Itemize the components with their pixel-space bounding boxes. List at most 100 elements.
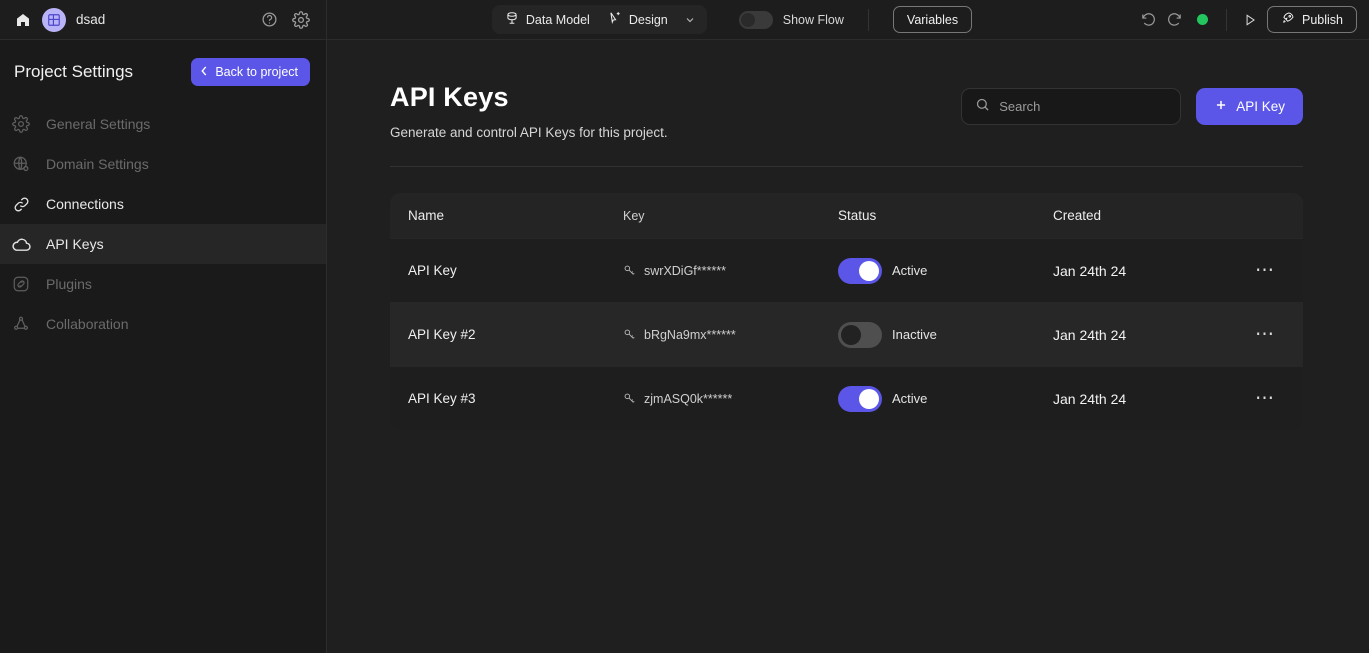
status-toggle[interactable] <box>838 321 882 348</box>
topbar-project-section: dsad <box>0 0 327 39</box>
main-content: API Keys Generate and control API Keys f… <box>327 40 1369 653</box>
sidebar-item-connections[interactable]: Connections <box>0 184 326 224</box>
status-toggle-knob <box>859 260 879 281</box>
search-input[interactable] <box>999 99 1168 114</box>
status-label: Active <box>892 391 928 406</box>
home-icon[interactable] <box>14 11 32 29</box>
plus-icon <box>1214 98 1228 115</box>
cell-key-text: zjmASQ0k****** <box>644 391 733 406</box>
key-icon <box>623 328 636 341</box>
link-icon <box>10 195 32 214</box>
project-name: dsad <box>76 12 106 27</box>
show-flow-control: Show Flow <box>738 10 844 29</box>
variables-button[interactable]: Variables <box>892 6 973 33</box>
sidebar-item-label: Domain Settings <box>46 156 149 172</box>
page-heading-group: API Keys Generate and control API Keys f… <box>390 82 668 140</box>
tab-design-label: Design <box>628 12 668 27</box>
add-api-key-label: API Key <box>1236 99 1285 114</box>
sidebar-title: Project Settings <box>14 62 134 81</box>
toolbar-divider <box>867 8 869 31</box>
sidebar-item-label: Plugins <box>46 276 92 292</box>
help-circle-icon[interactable] <box>258 9 280 31</box>
table-row[interactable]: API Key #2 bRgNa9mx****** Inactive Jan 2… <box>390 302 1303 366</box>
topbar-right-actions: Publish <box>1137 0 1369 39</box>
api-keys-table: Name Key Status Created API Key swrXDiGf… <box>390 193 1303 430</box>
status-toggle[interactable] <box>838 257 882 284</box>
play-icon[interactable] <box>1237 7 1263 33</box>
cell-name: API Key #3 <box>408 391 476 406</box>
add-api-key-button[interactable]: API Key <box>1196 88 1303 125</box>
status-dot <box>1197 14 1208 25</box>
column-header-key: Key <box>623 208 645 223</box>
project-avatar[interactable] <box>42 7 66 32</box>
cell-key: zjmASQ0k****** <box>623 392 838 406</box>
table-header-row: Name Key Status Created <box>390 193 1303 238</box>
sidebar-item-collaboration[interactable]: Collaboration <box>0 304 326 344</box>
page-title: API Keys <box>390 82 509 112</box>
database-icon <box>505 11 519 28</box>
page-subtitle: Generate and control API Keys for this p… <box>390 125 668 140</box>
header-divider <box>390 166 1303 167</box>
key-icon <box>623 392 636 405</box>
plugin-icon <box>10 275 32 293</box>
globe-icon <box>10 155 32 173</box>
gear-icon[interactable] <box>290 9 312 31</box>
search-box[interactable] <box>961 88 1182 125</box>
cell-status: Active <box>838 385 1053 412</box>
sidebar-item-api-keys[interactable]: API Keys <box>0 224 326 264</box>
column-header-created: Created <box>1053 208 1102 223</box>
rocket-icon <box>1281 11 1295 28</box>
cell-key: bRgNa9mx****** <box>623 328 838 342</box>
page-header: API Keys Generate and control API Keys f… <box>390 82 1303 140</box>
status-label: Active <box>892 263 928 278</box>
status-toggle[interactable] <box>838 385 882 412</box>
undo-icon[interactable] <box>1137 9 1159 31</box>
cell-name: API Key #2 <box>408 327 476 342</box>
tab-design[interactable]: Design <box>599 8 677 31</box>
back-to-project-label: Back to project <box>215 65 298 79</box>
cursor-design-icon <box>608 11 622 28</box>
publish-button[interactable]: Publish <box>1267 6 1357 33</box>
back-to-project-button[interactable]: Back to project <box>191 58 310 86</box>
show-flow-toggle[interactable] <box>738 10 773 29</box>
cell-status: Active <box>838 257 1053 284</box>
row-menu-icon[interactable]: ⋯ <box>1245 387 1285 410</box>
gear-icon <box>10 115 32 133</box>
chevron-down-icon[interactable] <box>677 14 703 26</box>
topbar-center-controls: Data Model Design Show Flow Variables <box>327 0 1137 39</box>
sidebar-header: Project Settings Back to project <box>0 44 326 104</box>
status-toggle-knob <box>841 324 861 345</box>
sidebar-item-label: Connections <box>46 196 124 212</box>
row-menu-icon[interactable]: ⋯ <box>1245 259 1285 282</box>
show-flow-label: Show Flow <box>782 12 844 27</box>
cell-key-text: swrXDiGf****** <box>644 263 726 278</box>
cell-status: Inactive <box>838 321 1053 348</box>
sidebar-item-label: API Keys <box>46 236 104 252</box>
publish-button-label: Publish <box>1302 12 1343 27</box>
table-row[interactable]: API Key swrXDiGf****** Active Jan 24th 2… <box>390 238 1303 302</box>
cell-key-text: bRgNa9mx****** <box>644 327 736 342</box>
project-settings-sidebar: Project Settings Back to project General… <box>0 40 327 653</box>
cell-name: API Key <box>408 263 457 278</box>
collaboration-icon <box>10 315 32 333</box>
toolbar-divider-right <box>1226 8 1227 31</box>
cell-created: Jan 24th 24 <box>1053 262 1127 279</box>
chevron-left-icon <box>197 64 211 81</box>
redo-icon[interactable] <box>1163 9 1185 31</box>
show-flow-toggle-knob <box>740 12 755 27</box>
top-toolbar: dsad Data Model Design Show Flow Variabl… <box>0 0 1369 40</box>
page-header-actions: API Key <box>961 82 1303 125</box>
sidebar-item-domain-settings[interactable]: Domain Settings <box>0 144 326 184</box>
table-row[interactable]: API Key #3 zjmASQ0k****** Active Jan 24t… <box>390 366 1303 430</box>
row-menu-icon[interactable]: ⋯ <box>1245 323 1285 346</box>
sidebar-item-general-settings[interactable]: General Settings <box>0 104 326 144</box>
sidebar-item-plugins[interactable]: Plugins <box>0 264 326 304</box>
column-header-name: Name <box>408 208 445 223</box>
cell-created: Jan 24th 24 <box>1053 390 1127 407</box>
tab-data-model[interactable]: Data Model <box>496 8 599 31</box>
cell-created: Jan 24th 24 <box>1053 326 1127 343</box>
variables-button-label: Variables <box>906 12 959 27</box>
tab-data-model-label: Data Model <box>525 12 590 27</box>
cloud-icon <box>10 234 32 255</box>
status-toggle-knob <box>859 388 879 409</box>
